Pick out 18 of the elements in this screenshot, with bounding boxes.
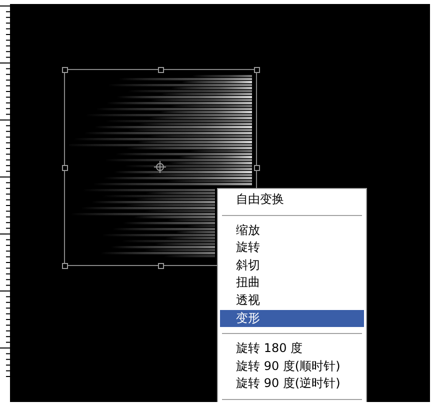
resize-handle[interactable] [158, 67, 164, 73]
resize-handle[interactable] [158, 263, 164, 269]
menu-item[interactable]: 缩放 [220, 222, 364, 240]
menu-item[interactable]: 旋转 180 度 [220, 340, 364, 358]
menu-item[interactable]: 旋转 [220, 239, 364, 257]
menu-item[interactable]: 扭曲 [220, 274, 364, 292]
menu-item[interactable]: 旋转 90 度(顺时针) [220, 358, 364, 376]
crosshair-icon [154, 160, 166, 174]
resize-handle[interactable] [254, 67, 260, 73]
menu-item[interactable]: 旋转 90 度(逆时针) [220, 375, 364, 393]
menu-item[interactable]: 自由变换 [220, 191, 364, 209]
resize-handle[interactable] [254, 165, 260, 171]
menu-item[interactable]: 斜切 [220, 256, 364, 274]
resize-handle[interactable] [62, 165, 68, 171]
menu-item[interactable]: 变形 [220, 310, 364, 328]
resize-handle[interactable] [62, 263, 68, 269]
resize-handle[interactable] [62, 67, 68, 73]
menu-item[interactable]: 透视 [220, 292, 364, 310]
